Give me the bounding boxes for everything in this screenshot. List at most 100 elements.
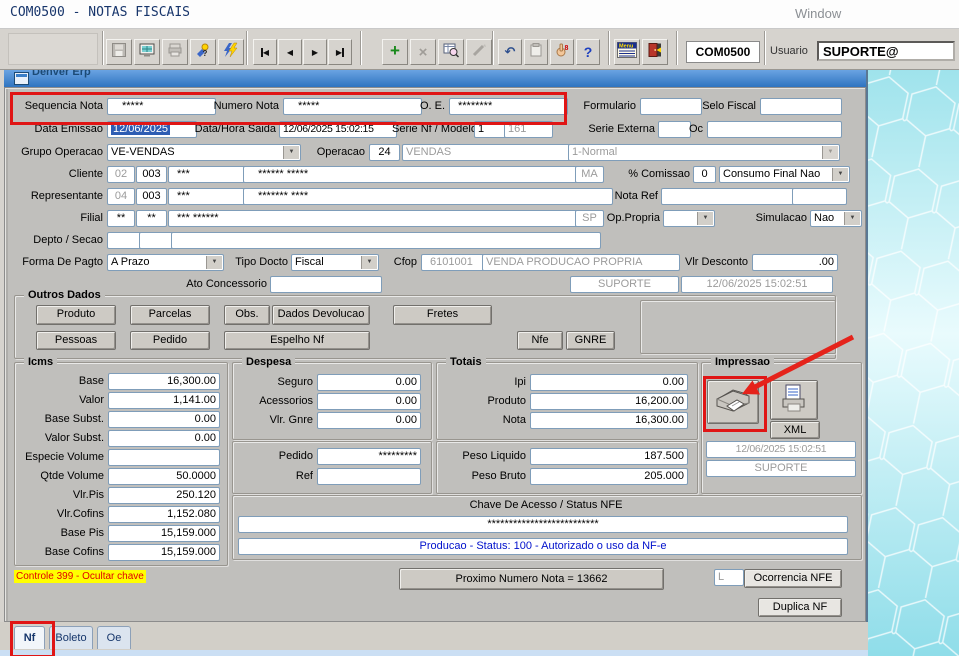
- save-button[interactable]: [106, 39, 132, 65]
- total-produto-field[interactable]: 16,200.00: [530, 393, 688, 410]
- proximo-numero-button[interactable]: Proximo Numero Nota = 13662: [399, 568, 664, 590]
- depto-desc-field[interactable]: [171, 232, 601, 249]
- especie-volume-field[interactable]: [108, 449, 220, 466]
- tab-oe[interactable]: Oe: [97, 626, 131, 649]
- chevron-down-icon[interactable]: ▼: [832, 168, 848, 181]
- consumo-final-dropdown[interactable]: Consumo Final Nao▼: [719, 166, 850, 183]
- icms-base-subst-field[interactable]: 0.00: [108, 411, 220, 428]
- exit-button[interactable]: [642, 39, 668, 65]
- nfe-button[interactable]: Nfe: [517, 331, 563, 350]
- filial-f1-field[interactable]: **: [107, 210, 135, 227]
- ref-field[interactable]: [317, 468, 421, 485]
- rep-nome-field[interactable]: ******* ****: [243, 188, 613, 205]
- search-help-button[interactable]: ?: [190, 39, 216, 65]
- oc-field[interactable]: [707, 121, 842, 138]
- execute-button[interactable]: [218, 39, 244, 65]
- paste-button[interactable]: [524, 39, 548, 65]
- parcelas-button[interactable]: Parcelas: [130, 305, 210, 325]
- icms-base-field[interactable]: 16,300.00: [108, 373, 220, 390]
- vlr-desconto-field[interactable]: .00: [752, 254, 838, 271]
- undo-button[interactable]: ↶: [498, 39, 522, 65]
- print-button[interactable]: [162, 39, 188, 65]
- sequencia-nota-field[interactable]: *****: [107, 98, 216, 115]
- keys-button[interactable]: 8: [550, 39, 574, 65]
- peso-liquido-field[interactable]: 187.500: [530, 448, 688, 465]
- cliente-nome-field[interactable]: ****** *****: [243, 166, 584, 183]
- dados-devolucao-button[interactable]: Dados Devolucao: [272, 305, 370, 325]
- total-nota-field[interactable]: 16,300.00: [530, 412, 688, 429]
- help-button[interactable]: ?: [576, 39, 600, 65]
- secao-field[interactable]: [139, 232, 174, 249]
- tipo-docto-dropdown[interactable]: Fiscal▼: [291, 254, 379, 271]
- tipo-nota-dropdown[interactable]: 1-Normal▼: [568, 144, 840, 161]
- base-pis-field[interactable]: 15,159.000: [108, 525, 220, 542]
- vlr-cofins-field[interactable]: 1,152.080: [108, 506, 220, 523]
- print-report-button[interactable]: [770, 380, 818, 420]
- base-cofins-field[interactable]: 15,159.000: [108, 544, 220, 561]
- menu-button[interactable]: Menu: [614, 39, 640, 65]
- icms-valor-subst-field[interactable]: 0.00: [108, 430, 220, 447]
- chevron-down-icon[interactable]: ▼: [361, 256, 377, 269]
- chevron-down-icon[interactable]: ▼: [822, 146, 838, 159]
- delete-record-button[interactable]: ×: [410, 39, 436, 65]
- nota-ref-extra-field[interactable]: [792, 188, 847, 205]
- numero-nota-field[interactable]: *****: [283, 98, 422, 115]
- data-hora-saida-field[interactable]: 12/06/2025 15:02:15: [279, 121, 397, 138]
- cliente-fil-field[interactable]: 003: [136, 166, 167, 183]
- prev-record-button[interactable]: ◀: [278, 39, 302, 65]
- seguro-field[interactable]: 0.00: [317, 374, 421, 391]
- filial-f2-field[interactable]: **: [136, 210, 167, 227]
- clear-button[interactable]: [466, 39, 492, 65]
- simulacao-dropdown[interactable]: Nao▼: [810, 210, 862, 227]
- qtde-volume-field[interactable]: 50.0000: [108, 468, 220, 485]
- rep-fil-field[interactable]: 003: [136, 188, 167, 205]
- ipi-field[interactable]: 0.00: [530, 374, 688, 391]
- first-record-button[interactable]: ◀: [253, 39, 277, 65]
- grupo-operacao-dropdown[interactable]: VE-VENDAS▼: [107, 144, 301, 161]
- chevron-down-icon[interactable]: ▼: [283, 146, 299, 159]
- filial-nome-field[interactable]: *** ******: [168, 210, 579, 227]
- vlr-gnre-field[interactable]: 0.00: [317, 412, 421, 429]
- comissao-field[interactable]: 0: [693, 166, 716, 183]
- ocorrencia-l-field[interactable]: L: [714, 569, 744, 586]
- gnre-button[interactable]: GNRE: [566, 331, 615, 350]
- inner-window-titlebar[interactable]: Denver Erp: [4, 70, 866, 87]
- next-record-button[interactable]: ▶: [303, 39, 327, 65]
- obs-button[interactable]: Obs.: [224, 305, 270, 325]
- menu-window[interactable]: Window: [795, 6, 841, 21]
- oe-field[interactable]: ********: [449, 98, 568, 115]
- pessoas-button[interactable]: Pessoas: [36, 331, 116, 350]
- selo-fiscal-field[interactable]: [760, 98, 842, 115]
- print-nf-button[interactable]: [707, 380, 759, 424]
- pedido-button[interactable]: Pedido: [130, 331, 210, 350]
- formulario-field[interactable]: [640, 98, 702, 115]
- xml-button[interactable]: XML: [770, 421, 820, 439]
- tab-nf[interactable]: Nf: [14, 626, 45, 649]
- ocorrencia-nfe-button[interactable]: Ocorrencia NFE: [744, 569, 842, 588]
- fretes-button[interactable]: Fretes: [393, 305, 492, 325]
- acessorios-field[interactable]: 0.00: [317, 393, 421, 410]
- chave-acesso-field[interactable]: **************************: [238, 516, 848, 533]
- chevron-down-icon[interactable]: ▼: [206, 256, 222, 269]
- depto-field[interactable]: [107, 232, 142, 249]
- espelho-nf-button[interactable]: Espelho Nf: [224, 331, 370, 350]
- ato-concessorio-field[interactable]: [270, 276, 382, 293]
- forma-pagto-dropdown[interactable]: A Prazo▼: [107, 254, 224, 271]
- icms-valor-field[interactable]: 1,141.00: [108, 392, 220, 409]
- pedido-field[interactable]: *********: [317, 448, 421, 465]
- peso-bruto-field[interactable]: 205.000: [530, 468, 688, 485]
- operacao-code-field[interactable]: 24: [369, 144, 400, 161]
- query-button[interactable]: [438, 39, 464, 65]
- produto-button[interactable]: Produto: [36, 305, 116, 325]
- nota-ref-field[interactable]: [661, 188, 795, 205]
- chevron-down-icon[interactable]: ▼: [697, 212, 713, 225]
- chevron-down-icon[interactable]: ▼: [844, 212, 860, 225]
- cliente-cod-field[interactable]: ***: [168, 166, 252, 183]
- tab-boleto[interactable]: Boleto: [49, 626, 93, 649]
- duplica-nf-button[interactable]: Duplica NF: [758, 598, 842, 617]
- data-emissao-field[interactable]: 12/06/2025: [107, 121, 197, 138]
- vlr-pis-field[interactable]: 250.120: [108, 487, 220, 504]
- add-record-button[interactable]: +: [382, 39, 408, 65]
- usuario-field[interactable]: SUPORTE@: [817, 41, 955, 61]
- rep-cod-field[interactable]: ***: [168, 188, 252, 205]
